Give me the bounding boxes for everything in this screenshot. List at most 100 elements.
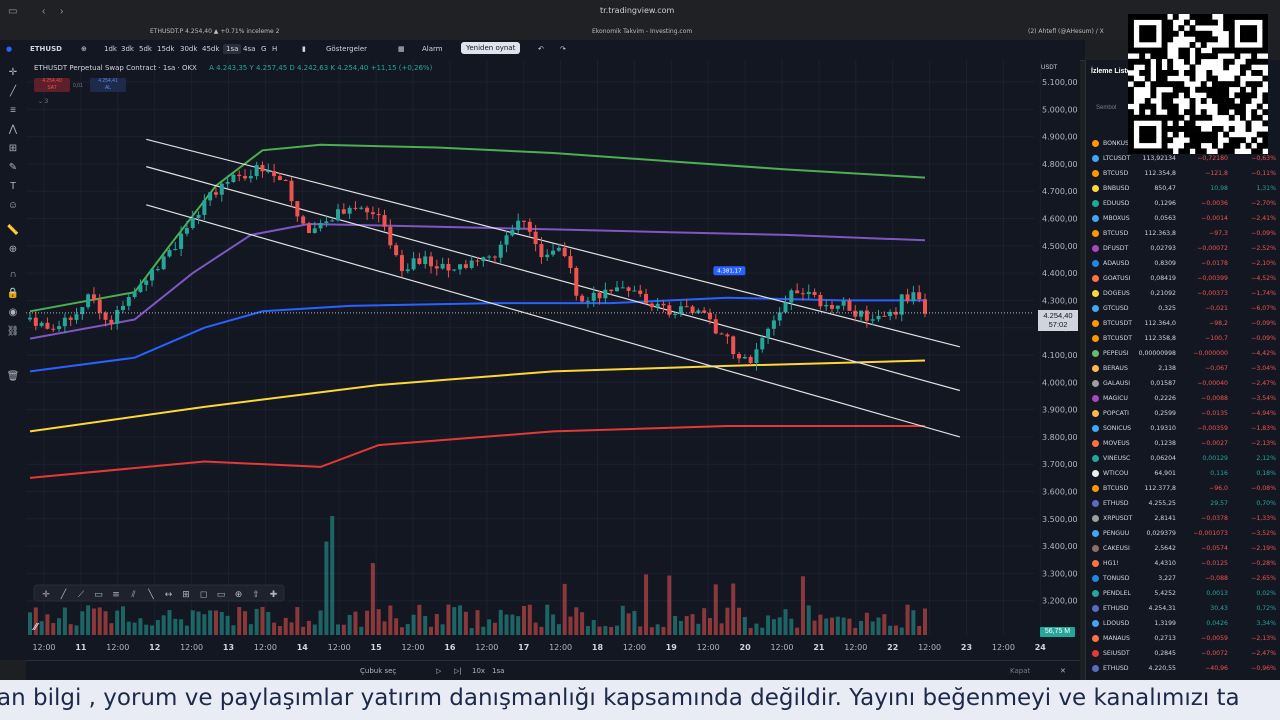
chart-pane[interactable]: 5.100,00 5.000,00 4.900,00 4.800,00 4.700,00… [26, 60, 1080, 660]
add-symbol-icon[interactable]: ⊕ [81, 45, 87, 53]
watchlist-row[interactable]: SONICUS 0,19310 −0,00359 −1,83% [1086, 422, 1280, 437]
drawing-tool-icon[interactable]: ▭ [217, 590, 226, 600]
text-icon[interactable]: T [6, 180, 20, 194]
drawing-tool-icon[interactable]: ⇧ [252, 590, 260, 600]
watchlist-row[interactable]: LTCUSDT 113,92134 −0,72180 −0,63% [1086, 152, 1280, 167]
indicator-collapse[interactable]: ⌄ 3 [38, 98, 48, 105]
sell-button[interactable]: 4.254,40 SAT [34, 78, 70, 92]
watchlist-row[interactable]: MBOXUS 0,0563 −0,0014 −2,41% [1086, 212, 1280, 227]
watchlist-row[interactable]: ETHUSD 4.255,25 29,57 0,70% [1086, 497, 1280, 512]
drawing-tool-icon[interactable]: ▭ [94, 590, 103, 600]
watchlist-row[interactable]: BTCUSDT 112.358,8 −100,7 −0,09% [1086, 332, 1280, 347]
watchlist-row[interactable]: PEPEUSI 0,00000998 −0,000000 −4,42% [1086, 347, 1280, 362]
forward-icon[interactable]: › [60, 6, 63, 17]
visibility-icon[interactable]: ◉ [6, 306, 20, 320]
interval-g[interactable]: G [261, 45, 266, 53]
interval-45dk[interactable]: 45dk [202, 45, 219, 53]
watchlist-row[interactable]: ADAUSD 0,8309 −0,0178 −2,10% [1086, 257, 1280, 272]
watchlist-row[interactable]: CAKEUSI 2,5642 −0,0574 −2,19% [1086, 542, 1280, 557]
bar-select-button[interactable]: Çubuk seç [360, 667, 396, 675]
watchlist-row[interactable]: BERAUS 2,138 −0,067 −3,04% [1086, 362, 1280, 377]
tab-investing[interactable]: Ekonomik Takvim - Investing.com [592, 28, 692, 35]
drawing-tool-icon[interactable]: ✚ [270, 590, 278, 600]
interval-30dk[interactable]: 30dk [180, 45, 197, 53]
watchlist-row[interactable]: MANAUS 0,2713 −0,0059 −2,13% [1086, 632, 1280, 647]
watchlist-row[interactable]: PENGUU 0,029379 −0,001073 −3,52% [1086, 527, 1280, 542]
candle-type-icon[interactable]: ▮ [302, 45, 306, 53]
speed-selector[interactable]: 10x [472, 667, 485, 675]
ruler-icon[interactable]: 📏 [6, 224, 20, 238]
replay-interval[interactable]: 1sa [492, 667, 504, 675]
drawing-tool-icon[interactable]: ╱ [60, 588, 67, 600]
watchlist-row[interactable]: TONUSD 3,227 −0,088 −2,65% [1086, 572, 1280, 587]
close-replay-icon[interactable]: ✕ [1060, 667, 1066, 675]
tab-x[interactable]: (2) Ahtefl (@AHesum) / X [1028, 28, 1104, 35]
symbol-search[interactable]: ETHUSD [30, 45, 62, 53]
drawing-tool-icon[interactable]: ⟋ [78, 590, 85, 600]
watchlist-row[interactable]: BTCUSDT 112.364,0 −98,2 −0,09% [1086, 317, 1280, 332]
watchlist-row[interactable]: ETHUSD 4.220,55 −40,96 −0,96% [1086, 662, 1280, 677]
drawing-tool-icon[interactable]: ✛ [42, 590, 50, 600]
watchlist-row[interactable]: ETHUSD 4.254,31 30,43 0,72% [1086, 602, 1280, 617]
price-chart-svg[interactable]: 5.100,00 5.000,00 4.900,00 4.800,00 4.700,00… [26, 60, 1080, 660]
watchlist-row[interactable]: BTCUSD 112.377,8 −96,0 −0,08% [1086, 482, 1280, 497]
drawing-tool-icon[interactable]: ◻ [200, 590, 207, 600]
step-forward-icon[interactable]: ▷| [454, 667, 462, 675]
trendline-icon[interactable]: ╱ [6, 85, 20, 99]
watchlist-row[interactable]: PENDLEL 5,4252 0,0013 0,02% [1086, 587, 1280, 602]
redo-icon[interactable]: ↷ [560, 45, 566, 53]
magnet-icon[interactable]: ∩ [6, 268, 20, 282]
link-icon[interactable]: ⛓ [6, 325, 20, 339]
watchlist-row[interactable]: POPCATI 0,2599 −0,0135 −4,94% [1086, 407, 1280, 422]
interval-h[interactable]: H [272, 45, 277, 53]
drawing-tool-icon[interactable]: ⊕ [235, 590, 243, 600]
watchlist-row[interactable]: BNBUSD 850,47 10,98 1,31% [1086, 182, 1280, 197]
drawing-tool-icon[interactable]: ⊞ [182, 590, 190, 600]
interval-5dk[interactable]: 5dk [139, 45, 152, 53]
watchlist-row[interactable]: BTCUSD 112.354,8 −121,8 −0,11% [1086, 167, 1280, 182]
drawing-tool-icon[interactable]: ↔ [165, 590, 173, 600]
legend-title[interactable]: ETHUSDT Perpetual Swap Contract · 1sa · … [34, 64, 197, 72]
user-avatar-icon[interactable]: ● [6, 45, 12, 53]
watchlist-row[interactable]: SEIUSDT 0,2845 −0,0072 −2,47% [1086, 647, 1280, 662]
fib-icon[interactable]: ≡ [6, 104, 20, 118]
alarm-button[interactable]: Alarm [422, 45, 443, 53]
lock-icon[interactable]: 🔒 [6, 287, 20, 301]
watchlist-row[interactable]: VINEUSC 0,06204 0,00129 2,12% [1086, 452, 1280, 467]
undo-icon[interactable]: ↶ [538, 45, 544, 53]
trash-icon[interactable]: 🗑 [6, 370, 20, 384]
watchlist-row[interactable]: DFUSDT 0,02793 −0,00072 −2,52% [1086, 242, 1280, 257]
watchlist-row[interactable]: GOATUSI 0,08419 −0,00399 −4,52% [1086, 272, 1280, 287]
indicators-button[interactable]: Göstergeler [326, 45, 367, 53]
pattern-icon[interactable]: ⋀ [6, 123, 20, 137]
back-icon[interactable]: ‹ [42, 6, 45, 17]
watchlist-row[interactable]: LDOUSD 1,3199 0,0426 3,34% [1086, 617, 1280, 632]
watchlist-row[interactable]: GALAUSI 0,01587 −0,00040 −2,47% [1086, 377, 1280, 392]
watchlist-row[interactable]: HG1! 4,4310 −0,0125 −0,28% [1086, 557, 1280, 572]
watchlist-row[interactable]: MOVEUS 0,1238 −0,0027 −2,13% [1086, 437, 1280, 452]
sidebar-toggle-icon[interactable]: ▭ [8, 6, 17, 17]
interval-3dk[interactable]: 3dk [121, 45, 134, 53]
watchlist-row[interactable]: XRPUSDT 2,8141 −0,0378 −1,33% [1086, 512, 1280, 527]
interval-4sa[interactable]: 4sa [243, 45, 255, 53]
interval-15dk[interactable]: 15dk [157, 45, 174, 53]
watchlist-row[interactable]: GTCUSD 0,325 −0,021 −6,07% [1086, 302, 1280, 317]
replay-button[interactable]: Yeniden oynat [461, 42, 521, 54]
watchlist-row[interactable]: EDUUSD 0,1296 −0,0036 −2,70% [1086, 197, 1280, 212]
forecast-icon[interactable]: ⊞ [6, 142, 20, 156]
interval-1sa[interactable]: 1sa [223, 44, 242, 54]
watchlist-row[interactable]: DOGEUS 0,21092 −0,00373 −1,74% [1086, 287, 1280, 302]
play-icon[interactable]: ▷ [436, 667, 441, 675]
watchlist-row[interactable]: MAGICU 0,2226 −0,0088 −3,54% [1086, 392, 1280, 407]
brush-icon[interactable]: ✎ [6, 161, 20, 175]
buy-button[interactable]: 4.254,41 AL [90, 78, 126, 92]
zoom-icon[interactable]: ⊕ [6, 243, 20, 257]
watchlist-row[interactable]: WTICOU 64,901 0,116 0,18% [1086, 467, 1280, 482]
interval-1dk[interactable]: 1dk [104, 45, 117, 53]
watchlist-row[interactable]: BTCUSD 112.363,8 −97,3 −0,09% [1086, 227, 1280, 242]
currency-selector[interactable]: USDT [1041, 65, 1057, 71]
drawing-tool-icon[interactable]: ⫽ [130, 590, 135, 600]
watchlist-column-symbol[interactable]: Sembol [1096, 105, 1116, 111]
layouts-icon[interactable]: ▦ [398, 45, 405, 53]
drawing-tool-icon[interactable]: ≡ [112, 590, 120, 600]
